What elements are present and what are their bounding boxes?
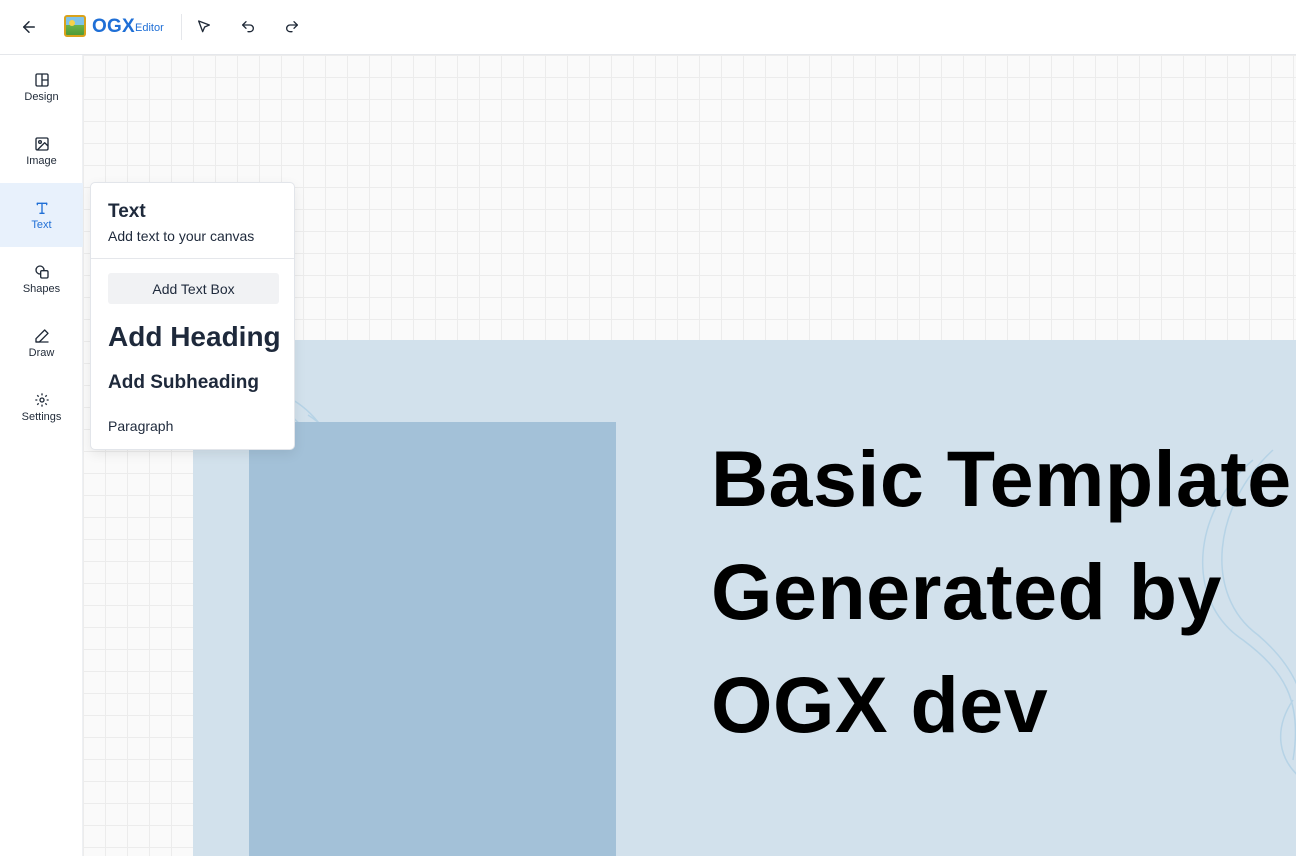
sidebar-item-draw[interactable]: Draw (0, 311, 83, 375)
image-placeholder[interactable] (249, 422, 616, 856)
panel-title: Text (108, 201, 146, 222)
sidebar-item-image[interactable]: Image (0, 119, 83, 183)
sidebar-item-design[interactable]: Design (0, 55, 83, 119)
sidebar: Design Image Text Shapes Draw Settings (0, 55, 83, 856)
top-bar: OGX Editor (0, 0, 1296, 55)
canvas-area[interactable]: Basic Template Generated by OGX dev (83, 55, 1296, 856)
gear-icon (34, 392, 49, 407)
undo-button[interactable] (236, 15, 260, 39)
text-panel: Text Add text to your canvas Add Text Bo… (90, 182, 295, 450)
cursor-icon (198, 20, 210, 33)
arrow-left-icon (23, 21, 35, 33)
app-subtitle: Editor (135, 22, 164, 34)
layout-icon (34, 72, 49, 87)
sidebar-item-label: Design (24, 90, 59, 103)
panel-divider (91, 258, 294, 259)
sidebar-item-label: Shapes (22, 282, 61, 295)
redo-icon (286, 21, 298, 33)
redo-button[interactable] (280, 15, 304, 39)
sidebar-item-label: Draw (28, 346, 55, 359)
image-icon (34, 136, 49, 151)
canvas-title-text[interactable]: Basic Template Generated by OGX dev (711, 422, 1296, 761)
add-heading-option[interactable]: Add Heading (108, 321, 281, 353)
app-name: OGX (92, 16, 135, 37)
app-logo (64, 15, 86, 37)
select-tool-button[interactable] (192, 15, 216, 39)
shapes-icon (34, 264, 49, 279)
add-subheading-option[interactable]: Add Subheading (108, 372, 259, 394)
undo-icon (242, 21, 254, 33)
sidebar-item-label: Text (31, 218, 52, 231)
text-icon (36, 202, 47, 214)
toolbar-divider (181, 14, 182, 40)
sidebar-item-label: Image (26, 154, 57, 167)
sidebar-item-label: Settings (21, 410, 62, 423)
sidebar-item-shapes[interactable]: Shapes (0, 247, 83, 311)
back-button[interactable] (16, 14, 42, 40)
panel-description: Add text to your canvas (108, 228, 255, 244)
sidebar-item-text[interactable]: Text (0, 183, 83, 247)
add-text-box-button[interactable]: Add Text Box (108, 273, 279, 304)
add-paragraph-option[interactable]: Paragraph (108, 418, 173, 434)
sidebar-item-settings[interactable]: Settings (0, 375, 83, 439)
pencil-icon (34, 328, 49, 343)
design-frame[interactable]: Basic Template Generated by OGX dev (193, 340, 1296, 856)
